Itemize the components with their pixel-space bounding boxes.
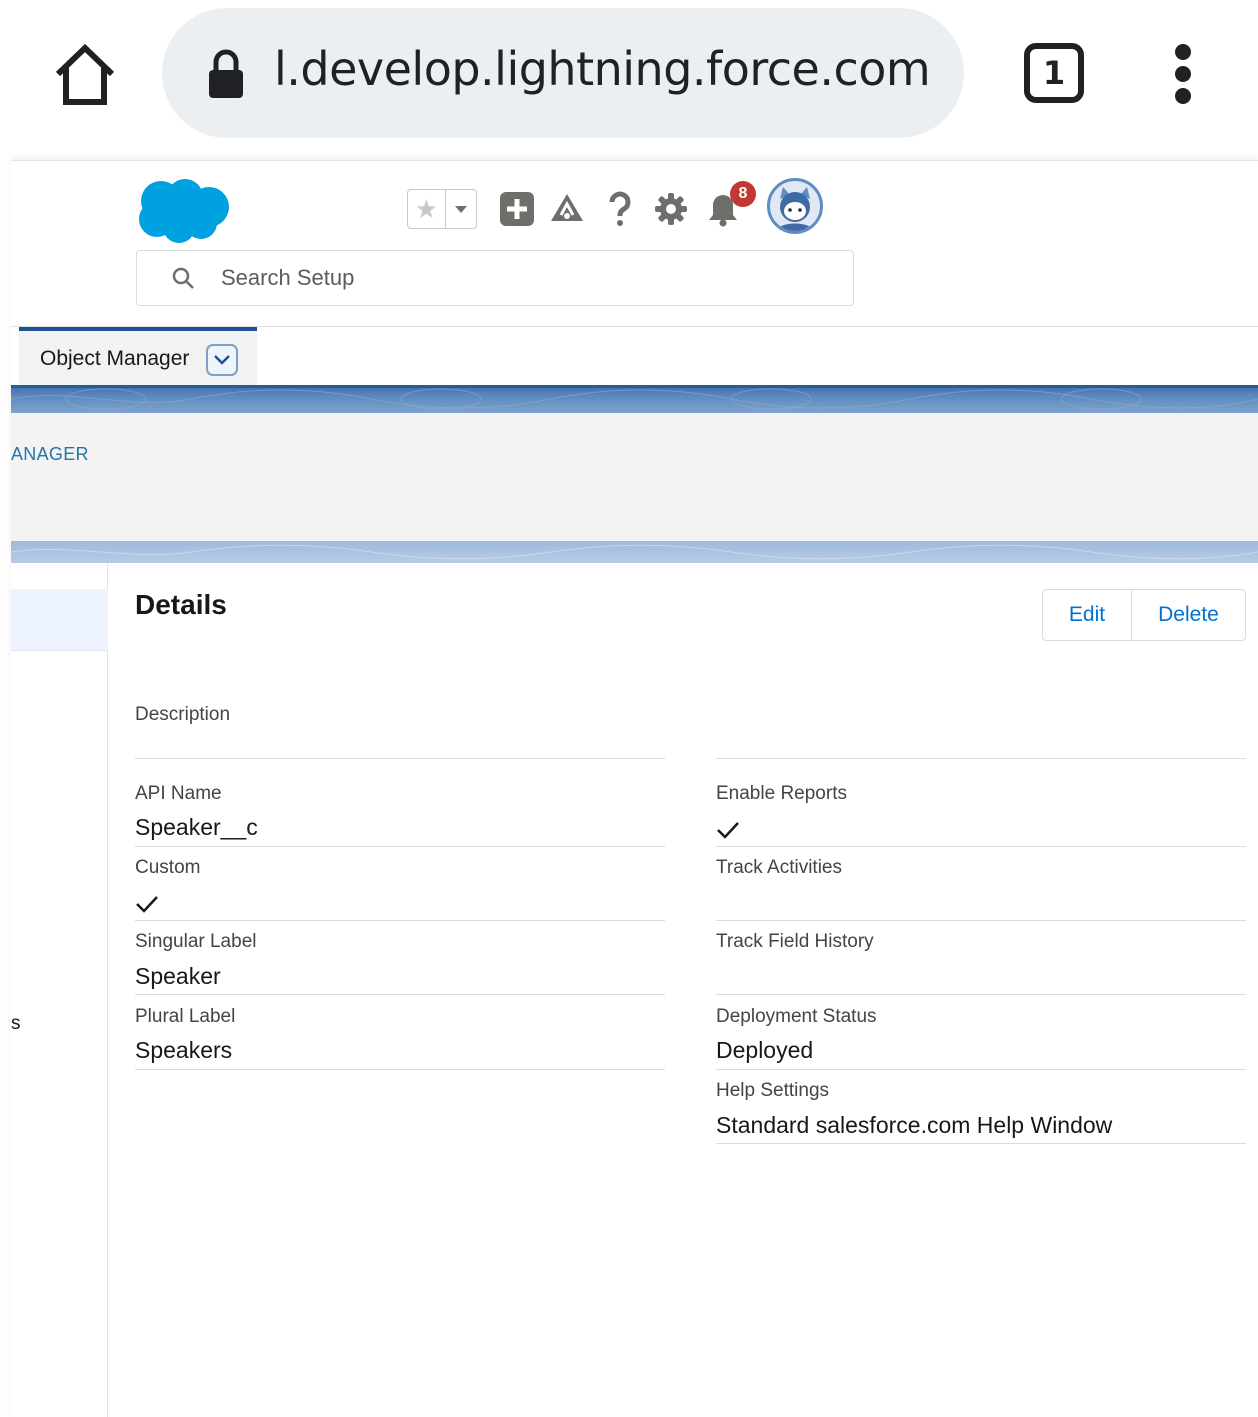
header-band-bottom bbox=[11, 541, 1258, 563]
search-icon bbox=[172, 267, 194, 289]
page-header-area bbox=[11, 413, 1258, 541]
field-label-help-settings: Help Settings bbox=[716, 1080, 830, 1101]
breadcrumb[interactable]: ANAGER bbox=[11, 444, 89, 465]
header-band-top bbox=[11, 385, 1258, 413]
tab-object-manager[interactable]: Object Manager bbox=[19, 327, 257, 387]
delete-button[interactable]: Delete bbox=[1132, 590, 1245, 640]
sidebar-item-details[interactable] bbox=[11, 589, 108, 651]
search-input[interactable] bbox=[221, 263, 821, 293]
field-divider bbox=[716, 1069, 1246, 1070]
tab-count: 1 bbox=[1042, 54, 1066, 92]
field-label-api-name: API Name bbox=[135, 783, 222, 804]
notification-badge: 8 bbox=[730, 181, 756, 207]
field-label-enable-reports: Enable Reports bbox=[716, 783, 847, 804]
favorites-group[interactable]: ★ bbox=[407, 189, 477, 229]
chevron-down-icon[interactable] bbox=[444, 190, 476, 228]
url-text: l.develop.lightning.force.com bbox=[274, 42, 931, 96]
sidebar-item-partial[interactable]: s bbox=[11, 1013, 21, 1035]
field-divider bbox=[135, 1069, 665, 1070]
chevron-down-icon bbox=[214, 355, 230, 365]
gear-icon[interactable] bbox=[653, 191, 689, 227]
lock-icon bbox=[209, 49, 243, 98]
details-actions: Edit Delete bbox=[1042, 589, 1246, 641]
field-value-deployment-status: Deployed bbox=[716, 1037, 814, 1063]
browser-menu-icon[interactable] bbox=[1168, 44, 1198, 104]
salesforce-logo bbox=[139, 179, 229, 243]
tab-switcher-button[interactable]: 1 bbox=[1024, 43, 1084, 103]
field-value-help-settings: Standard salesforce.com Help Window bbox=[716, 1112, 1113, 1138]
edit-button[interactable]: Edit bbox=[1043, 590, 1132, 640]
field-divider bbox=[135, 920, 665, 921]
address-bar[interactable]: l.develop.lightning.force.com bbox=[162, 8, 964, 138]
star-icon[interactable]: ★ bbox=[408, 190, 445, 228]
astro-avatar-icon bbox=[776, 187, 814, 231]
tab-menu-button[interactable] bbox=[206, 344, 238, 376]
help-icon[interactable] bbox=[602, 191, 638, 227]
setup-page: ★ 8 Search Setup Object Manager ANAGER s… bbox=[11, 160, 1258, 1417]
checkmark-icon bbox=[717, 822, 739, 839]
browser-toolbar: l.develop.lightning.force.com 1 bbox=[0, 0, 1258, 160]
tab-label: Object Manager bbox=[40, 347, 190, 370]
page-title: Details bbox=[135, 589, 227, 620]
global-actions-icon[interactable] bbox=[499, 191, 535, 227]
field-label-singular-label: Singular Label bbox=[135, 931, 257, 952]
checkmark-icon bbox=[136, 896, 158, 913]
field-label-track-field-history: Track Field History bbox=[716, 931, 874, 952]
field-label-deployment-status: Deployment Status bbox=[716, 1006, 877, 1027]
field-value-singular-label: Speaker bbox=[135, 963, 221, 989]
field-divider bbox=[716, 1143, 1246, 1144]
home-icon[interactable] bbox=[50, 40, 120, 110]
field-divider bbox=[135, 994, 665, 995]
field-divider bbox=[135, 758, 665, 759]
field-divider bbox=[716, 758, 1246, 759]
field-divider bbox=[716, 994, 1246, 995]
avatar[interactable] bbox=[767, 178, 823, 234]
field-value-plural-label: Speakers bbox=[135, 1037, 233, 1063]
field-divider bbox=[716, 920, 1246, 921]
field-label-track-activities: Track Activities bbox=[716, 857, 842, 878]
field-divider bbox=[716, 846, 1246, 847]
field-label-description: Description bbox=[135, 704, 231, 725]
trailhead-icon[interactable] bbox=[549, 191, 585, 227]
field-divider bbox=[135, 846, 665, 847]
search-setup-box[interactable] bbox=[136, 250, 854, 306]
field-label-plural-label: Plural Label bbox=[135, 1006, 236, 1027]
object-sidebar: s bbox=[11, 563, 108, 1417]
field-value-api-name: Speaker__c bbox=[135, 814, 258, 840]
field-label-custom: Custom bbox=[135, 857, 201, 878]
